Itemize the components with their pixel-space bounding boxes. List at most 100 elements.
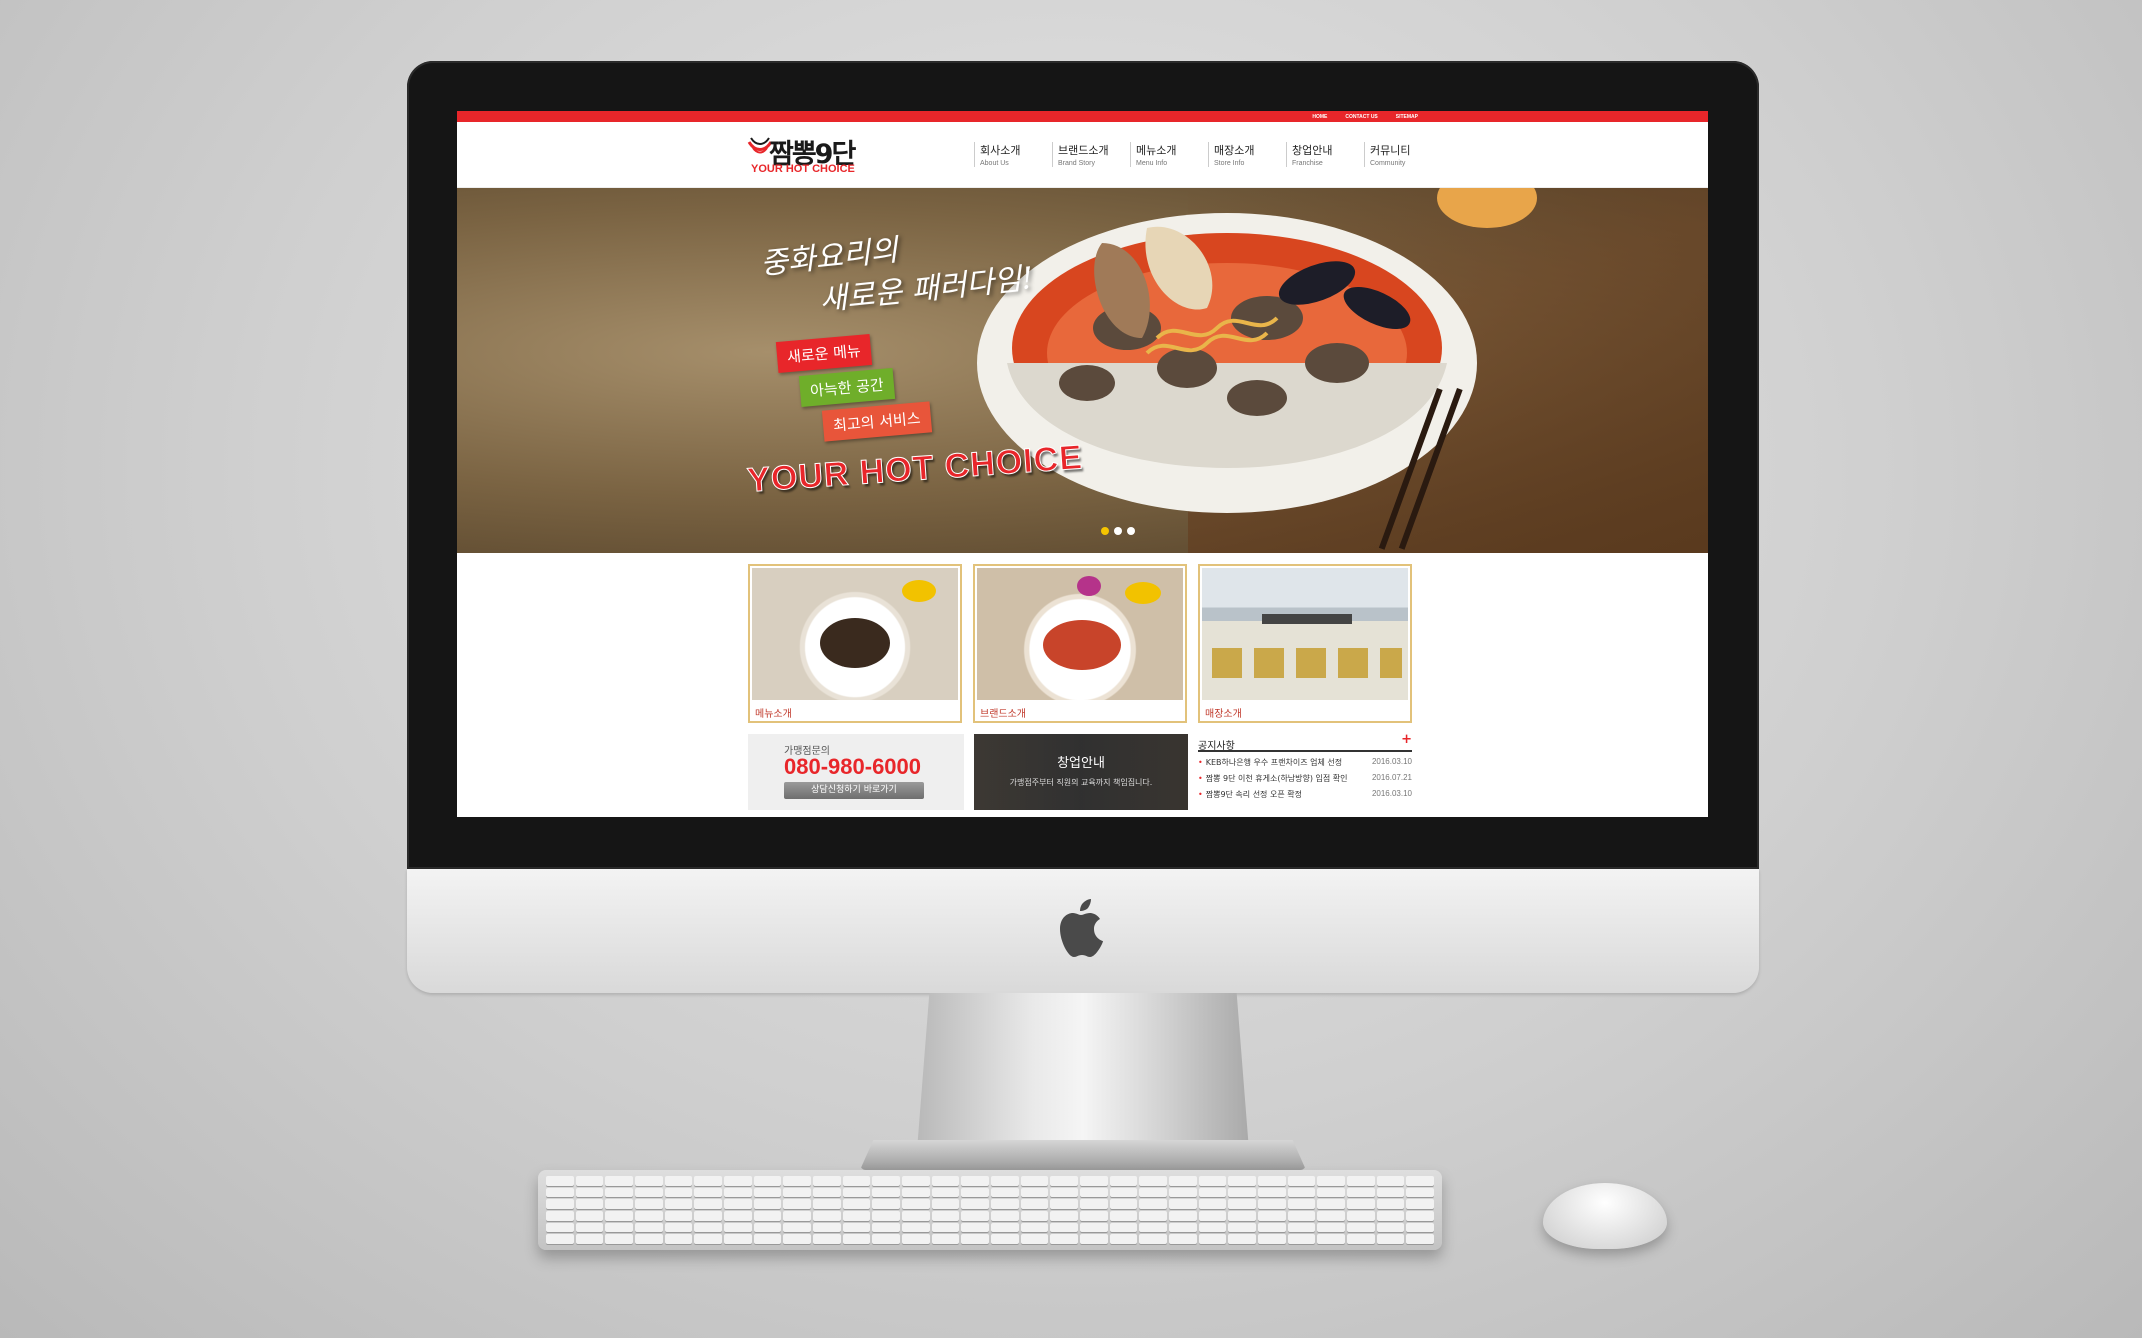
keyboard-key <box>1168 1176 1197 1186</box>
notice-item[interactable]: • 짬뽕9단 속리 선정 오픈 확정 2016.03.10 <box>1198 789 1412 800</box>
keyboard-key <box>842 1176 871 1186</box>
keyboard-key <box>1287 1187 1316 1198</box>
site-header: 짬뽕9단 YOUR HOT CHOICE 회사소개 About Us 브랜드소개… <box>457 122 1708 188</box>
keyboard-key <box>872 1211 900 1221</box>
keyboard-key <box>723 1176 752 1186</box>
keyboard-key <box>634 1176 663 1186</box>
nav-item-about[interactable]: 회사소개 About Us <box>974 142 1052 167</box>
keyboard-key <box>812 1222 841 1233</box>
keyboard-key <box>1168 1187 1197 1198</box>
keyboard-key <box>901 1187 930 1198</box>
keyboard-key <box>1317 1199 1345 1209</box>
keyboard-key <box>812 1199 841 1209</box>
keyboard-key <box>634 1234 663 1244</box>
consult-apply-button[interactable]: 상담신청하기 바로가기 <box>784 782 924 799</box>
keyboard-key <box>783 1176 811 1186</box>
keyboard-key <box>575 1234 604 1244</box>
feature-cards: 메뉴소개 브랜드소개 매장소개 <box>748 564 1412 723</box>
site-logo[interactable]: 짬뽕9단 YOUR HOT CHOICE <box>747 132 867 178</box>
slider-dot-3[interactable] <box>1127 527 1135 535</box>
keyboard-key <box>1346 1199 1375 1209</box>
nav-item-brand[interactable]: 브랜드소개 Brand Story <box>1052 142 1130 167</box>
keyboard-key <box>1109 1234 1138 1244</box>
monitor-stand-base <box>860 1140 1306 1170</box>
card-image-store-interior <box>1202 568 1408 700</box>
keyboard-key <box>842 1234 871 1244</box>
keyboard-key <box>931 1199 960 1209</box>
keyboard-key <box>575 1211 604 1221</box>
nav-item-community[interactable]: 커뮤니티 Community <box>1364 142 1442 167</box>
keyboard-key <box>872 1199 900 1209</box>
keyboard-key <box>1020 1199 1049 1209</box>
keyboard-key <box>1317 1211 1345 1221</box>
keyboard-key <box>1376 1187 1405 1198</box>
keyboard-key <box>1109 1222 1138 1233</box>
keyboard-key <box>753 1211 782 1221</box>
notice-item-date: 2016.03.10 <box>1371 757 1412 766</box>
nav-label-en: Community <box>1370 160 1406 167</box>
keyboard-key <box>901 1176 930 1186</box>
keyboard-key <box>1139 1211 1167 1221</box>
nav-item-menu[interactable]: 메뉴소개 Menu Info <box>1130 142 1208 167</box>
keyboard-key <box>546 1199 574 1209</box>
keyboard-key <box>1257 1222 1286 1233</box>
keyboard-key <box>1228 1187 1256 1198</box>
logo-tagline: YOUR HOT CHOICE <box>751 163 855 175</box>
nav-label-en: Brand Story <box>1058 160 1095 167</box>
keyboard-key <box>1198 1211 1227 1221</box>
keyboard-key <box>694 1222 722 1233</box>
keyboard-key <box>783 1222 811 1233</box>
nav-label-en: Franchise <box>1292 160 1323 167</box>
keyboard-key <box>605 1222 633 1233</box>
keyboard-key <box>1139 1222 1167 1233</box>
keyboard-key <box>723 1222 752 1233</box>
card-store[interactable]: 매장소개 <box>1198 564 1412 723</box>
notice-item-date: 2016.03.10 <box>1371 789 1412 798</box>
keyboard-key <box>1079 1187 1108 1198</box>
nav-label-ko: 창업안내 <box>1292 144 1333 157</box>
keyboard-key <box>961 1222 989 1233</box>
topbar-link-contact[interactable]: CONTACT US <box>1345 114 1377 120</box>
keyboard-key <box>1287 1199 1316 1209</box>
keyboard-key <box>872 1187 900 1198</box>
topbar-link-sitemap[interactable]: SITEMAP <box>1396 114 1418 120</box>
notice-more-plus-icon[interactable]: + <box>1401 732 1412 747</box>
keyboard-key <box>546 1211 574 1221</box>
nav-item-store[interactable]: 매장소개 Store Info <box>1208 142 1286 167</box>
franchise-box[interactable]: 창업안내 가맹점주부터 직원의 교육까지 책임집니다. <box>974 734 1188 810</box>
keyboard-key <box>1020 1234 1049 1244</box>
keyboard-key <box>901 1211 930 1221</box>
bullet-icon: • <box>1198 790 1203 799</box>
keyboard-key <box>842 1187 871 1198</box>
keyboard-key <box>1198 1176 1227 1186</box>
keyboard-key <box>1376 1199 1405 1209</box>
keyboard-key <box>1139 1199 1167 1209</box>
keyboard-key <box>1257 1234 1286 1244</box>
keyboard-key <box>753 1234 782 1244</box>
slider-dot-1[interactable] <box>1101 527 1109 535</box>
food-pickled-radish <box>902 580 936 602</box>
slider-dot-2[interactable] <box>1114 527 1122 535</box>
notice-item[interactable]: • 짬뽕 9단 이천 휴게소(하남방향) 입점 확인 2016.07.21 <box>1198 773 1412 784</box>
topbar-link-home[interactable]: HOME <box>1312 114 1327 120</box>
keyboard-key <box>1257 1199 1286 1209</box>
notice-item-text: KEB하나은행 우수 프랜차이즈 업체 선정 <box>1205 758 1343 767</box>
card-brand[interactable]: 브랜드소개 <box>973 564 1187 723</box>
notice-item[interactable]: • KEB하나은행 우수 프랜차이즈 업체 선정 2016.03.10 <box>1198 757 1412 768</box>
keyboard-key <box>1079 1222 1108 1233</box>
keyboard-key <box>1079 1176 1108 1186</box>
card-label: 브랜드소개 <box>980 709 1026 720</box>
food-pickled-radish <box>1125 582 1161 604</box>
keyboard-key <box>961 1234 989 1244</box>
franchise-desc: 가맹점주부터 직원의 교육까지 책임집니다. <box>1009 778 1153 787</box>
keyboard-key <box>694 1234 722 1244</box>
keyboard-key <box>753 1176 782 1186</box>
notice-box: 공지사항 + • KEB하나은행 우수 프랜차이즈 업체 선정 2016.03.1… <box>1198 732 1412 810</box>
nav-label-en: About Us <box>980 160 1009 167</box>
keyboard-key <box>1257 1187 1286 1198</box>
card-menu[interactable]: 메뉴소개 <box>748 564 962 723</box>
keyboard-key <box>694 1187 722 1198</box>
nav-item-franchise[interactable]: 창업안내 Franchise <box>1286 142 1364 167</box>
keyboard-key <box>842 1211 871 1221</box>
keyboard-key <box>1020 1176 1049 1186</box>
